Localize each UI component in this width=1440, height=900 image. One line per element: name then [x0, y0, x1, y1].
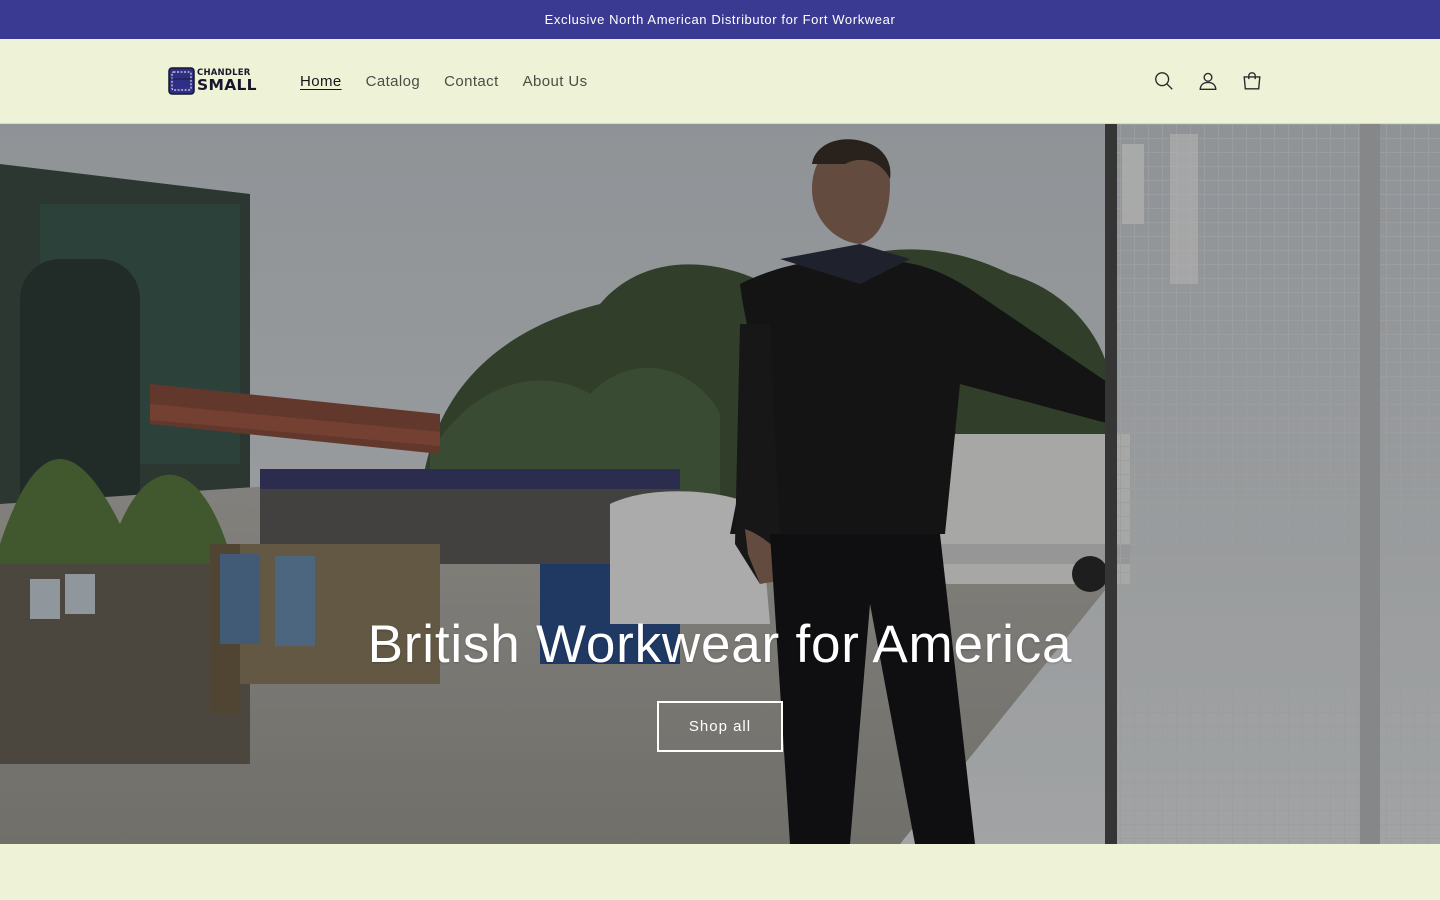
- below-hero-section: [0, 844, 1440, 900]
- announcement-text: Exclusive North American Distributor for…: [544, 12, 896, 27]
- hero-banner: British Workwear for America Shop all: [0, 124, 1440, 844]
- account-button[interactable]: [1194, 67, 1222, 95]
- main-nav: Home Catalog Contact About Us: [288, 69, 600, 93]
- search-button[interactable]: [1150, 67, 1178, 95]
- account-icon: [1199, 72, 1217, 90]
- shop-all-button[interactable]: Shop all: [657, 701, 783, 752]
- hero-content: British Workwear for America Shop all: [0, 614, 1440, 752]
- search-icon: [1155, 72, 1173, 90]
- nav-catalog[interactable]: Catalog: [354, 73, 433, 90]
- logo-bottom-text: SMALL: [197, 76, 257, 94]
- nav-contact[interactable]: Contact: [432, 73, 511, 90]
- logo-wordmark: CHANDLER SMALL: [197, 68, 257, 94]
- logo-badge-icon: [168, 67, 195, 95]
- announcement-bar: Exclusive North American Distributor for…: [0, 0, 1440, 39]
- logo-link[interactable]: CHANDLER SMALL: [168, 65, 258, 97]
- hero-title: British Workwear for America: [367, 615, 1073, 674]
- nav-home[interactable]: Home: [288, 73, 354, 90]
- site-header: CHANDLER SMALL Home Catalog Contact Abou…: [0, 39, 1440, 124]
- cart-icon: [1243, 72, 1261, 90]
- cart-button[interactable]: [1238, 67, 1266, 95]
- nav-about-us[interactable]: About Us: [511, 73, 600, 90]
